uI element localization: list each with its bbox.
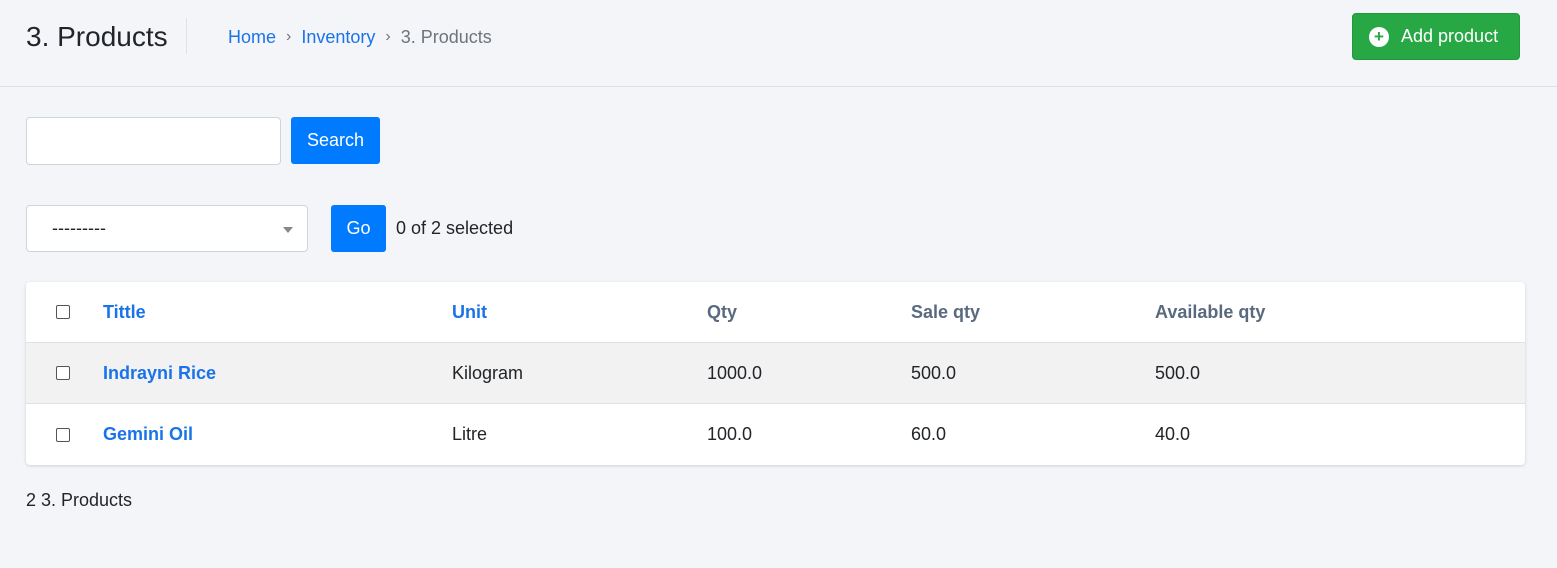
search-button[interactable]: Search: [291, 117, 380, 164]
available-qty-cell: 40.0: [1155, 424, 1191, 444]
available-qty-cell: 500.0: [1155, 362, 1201, 383]
page-title: 3. Products: [26, 21, 168, 52]
product-link[interactable]: Indrayni Rice: [103, 343, 216, 403]
action-select-value: ---------: [52, 218, 106, 238]
column-header-title[interactable]: Tittle: [103, 282, 146, 342]
selection-counter: 0 of 2 selected: [396, 218, 514, 238]
go-button[interactable]: Go: [331, 205, 386, 252]
page-header: 3. Products Home › Inventory › 3. Produc…: [0, 0, 1557, 87]
column-header-qty: Qty: [707, 301, 738, 322]
row-checkbox[interactable]: [56, 366, 70, 380]
row-checkbox[interactable]: [56, 427, 70, 442]
column-header-sale-qty: Sale qty: [911, 301, 981, 322]
add-product-button[interactable]: + Add product: [1352, 13, 1520, 60]
qty-cell: 1000.0: [707, 362, 763, 383]
select-all-checkbox[interactable]: [56, 305, 70, 319]
table-row: Indrayni Rice Kilogram 1000.0 500.0 500.…: [26, 343, 1525, 404]
breadcrumb: Home › Inventory › 3. Products: [228, 25, 492, 49]
products-table: Tittle Unit Qty Sale qty Available qty I…: [26, 282, 1525, 465]
breadcrumb-home-link[interactable]: Home: [228, 25, 276, 49]
table-header-row: Tittle Unit Qty Sale qty Available qty: [26, 282, 1525, 343]
search-input[interactable]: [26, 117, 281, 165]
result-count: 2 3. Products: [26, 490, 133, 510]
sale-qty-cell: 60.0: [911, 424, 947, 444]
unit-cell: Litre: [452, 424, 488, 444]
breadcrumb-current: 3. Products: [400, 27, 492, 47]
product-link[interactable]: Gemini Oil: [103, 404, 193, 465]
column-header-unit[interactable]: Unit: [452, 282, 487, 342]
table-row: Gemini Oil Litre 100.0 60.0 40.0: [26, 404, 1525, 465]
breadcrumb-separator: ›: [286, 28, 292, 45]
breadcrumb-separator: ›: [385, 28, 391, 45]
add-product-label: Add product: [1401, 26, 1499, 46]
column-header-available-qty: Available qty: [1155, 301, 1266, 322]
action-select[interactable]: ---------: [26, 205, 308, 252]
sale-qty-cell: 500.0: [911, 362, 957, 383]
plus-circle-icon: +: [1369, 26, 1389, 47]
chevron-down-icon: [283, 227, 293, 233]
breadcrumb-inventory-link[interactable]: Inventory: [301, 25, 375, 49]
qty-cell: 100.0: [707, 424, 753, 444]
title-divider: [186, 18, 187, 54]
unit-cell: Kilogram: [452, 362, 524, 383]
